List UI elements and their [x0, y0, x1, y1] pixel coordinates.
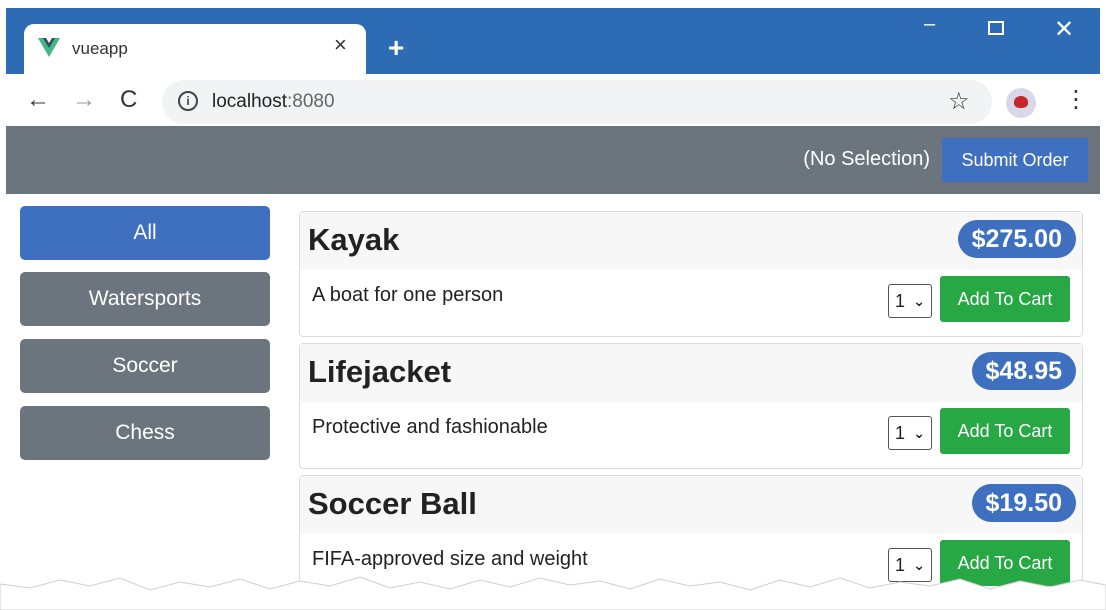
browser-window: vueapp × + – ✕ ← → C i localhost:8080 ☆ …: [6, 8, 1100, 610]
info-icon[interactable]: i: [178, 91, 198, 111]
category-soccer-button[interactable]: Soccer: [20, 339, 270, 393]
torn-paper-edge: [0, 576, 1106, 610]
product-card: Kayak $275.00 A boat for one person 1 ⌄ A…: [299, 211, 1083, 337]
star-icon[interactable]: ☆: [948, 87, 970, 116]
add-to-cart-button[interactable]: Add To Cart: [940, 276, 1070, 322]
browser-toolbar: ← → C i localhost:8080: [6, 76, 1100, 128]
product-name: Soccer Ball: [308, 486, 477, 521]
new-tab-icon[interactable]: +: [388, 34, 404, 62]
tab-title: vueapp: [72, 39, 128, 58]
address-bar[interactable]: i localhost:8080: [162, 80, 992, 124]
chevron-down-icon: ⌄: [913, 425, 925, 441]
url-host: localhost: [212, 91, 287, 112]
chevron-down-icon: ⌄: [913, 293, 925, 309]
vue-logo-icon: [38, 38, 60, 57]
submit-order-button[interactable]: Submit Order: [942, 138, 1088, 182]
product-name: Kayak: [308, 222, 400, 257]
product-description: FIFA-approved size and weight: [312, 548, 588, 570]
price-badge: $275.00: [957, 220, 1076, 258]
quantity-select[interactable]: 1 ⌄: [888, 416, 932, 450]
forward-icon[interactable]: →: [72, 88, 96, 112]
back-icon[interactable]: ←: [26, 88, 50, 112]
url-text: localhost:8080: [212, 91, 335, 113]
category-chess-button[interactable]: Chess: [20, 406, 270, 460]
url-port: :8080: [287, 91, 335, 112]
reload-icon[interactable]: C: [120, 88, 137, 112]
selection-status: (No Selection): [803, 148, 930, 170]
minimize-icon[interactable]: –: [924, 14, 935, 34]
maximize-icon[interactable]: [988, 21, 1004, 35]
product-card: Lifejacket $48.95 Protective and fashion…: [299, 343, 1083, 469]
close-icon[interactable]: ✕: [1054, 18, 1074, 42]
product-card-header: Lifejacket $48.95: [300, 344, 1082, 402]
category-watersports-button[interactable]: Watersports: [20, 272, 270, 326]
profile-avatar[interactable]: [1006, 88, 1036, 118]
price-badge: $48.95: [971, 352, 1076, 390]
quantity-value: 1: [895, 423, 906, 443]
tab-close-icon[interactable]: ×: [334, 34, 347, 56]
quantity-select[interactable]: 1 ⌄: [888, 284, 932, 318]
title-bar: vueapp × + – ✕: [6, 8, 1100, 76]
product-name: Lifejacket: [308, 354, 452, 389]
product-description: Protective and fashionable: [312, 416, 548, 438]
product-card-header: Kayak $275.00: [300, 212, 1082, 270]
category-all-button[interactable]: All: [20, 206, 270, 260]
add-to-cart-button[interactable]: Add To Cart: [940, 408, 1070, 454]
menu-icon[interactable]: ⋮: [1064, 88, 1088, 112]
quantity-value: 1: [895, 291, 906, 311]
price-badge: $19.50: [971, 484, 1076, 522]
product-description: A boat for one person: [312, 284, 504, 306]
app-header: (No Selection) Submit Order: [6, 126, 1100, 194]
product-card-header: Soccer Ball $19.50: [300, 476, 1082, 534]
browser-tab[interactable]: vueapp ×: [24, 24, 366, 76]
